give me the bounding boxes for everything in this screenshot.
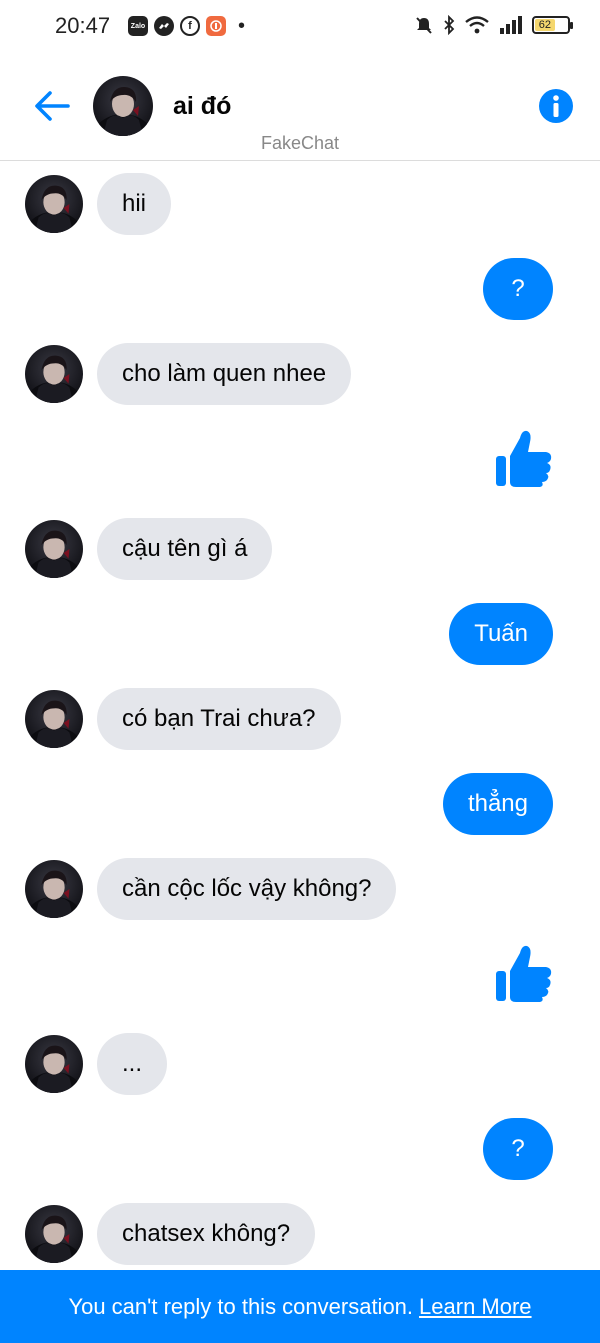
- incoming-message[interactable]: có bạn Trai chưa?: [97, 688, 341, 750]
- reply-disabled-banner: You can't reply to this conversation. Le…: [0, 1270, 600, 1343]
- message-row: thẳng: [0, 773, 600, 835]
- sender-avatar: [25, 175, 83, 233]
- status-time: 20:47: [55, 13, 111, 38]
- message-row: hii: [0, 173, 600, 235]
- message-list[interactable]: hii ? cho làm quen nhee cậu tên gì á Tuấ…: [0, 161, 600, 1270]
- contact-avatar[interactable]: [93, 76, 153, 136]
- message-row: cậu tên gì á: [0, 518, 600, 580]
- message-row: ?: [0, 1118, 600, 1180]
- zalo-icon: Zalo: [128, 16, 148, 36]
- sender-avatar: [25, 1205, 83, 1263]
- incoming-message[interactable]: chatsex không?: [97, 1203, 316, 1265]
- learn-more-link[interactable]: Learn More: [419, 1294, 532, 1320]
- outgoing-message[interactable]: Tuấn: [449, 603, 553, 665]
- message-row: cần cộc lốc vậy không?: [0, 858, 600, 920]
- message-row: chatsex không?: [0, 1203, 600, 1265]
- sender-avatar: [25, 520, 83, 578]
- reply-disabled-notice: You can't reply to this conversation.: [68, 1293, 414, 1319]
- contact-name[interactable]: ai đó: [173, 92, 231, 121]
- thumbs-up-icon[interactable]: [494, 428, 554, 490]
- thumbs-up-icon[interactable]: [494, 943, 554, 1005]
- incoming-message[interactable]: cậu tên gì á: [97, 518, 273, 580]
- audio-app-icon: [206, 16, 226, 36]
- incoming-message[interactable]: cho làm quen nhee: [97, 343, 352, 405]
- sender-avatar: [25, 860, 83, 918]
- sender-avatar: [25, 345, 83, 403]
- status-bar: 20:47 Zalo f • 62: [0, 0, 600, 56]
- message-row: ?: [0, 258, 600, 320]
- incoming-message[interactable]: hii: [97, 173, 172, 235]
- status-app-icons: Zalo f •: [128, 16, 245, 36]
- signal-icon: [500, 16, 522, 34]
- mute-bell-icon: [416, 17, 432, 34]
- message-row: ...: [0, 1033, 600, 1095]
- back-button[interactable]: [32, 86, 72, 126]
- message-row: có bạn Trai chưa?: [0, 688, 600, 750]
- messenger-icon: [154, 16, 174, 36]
- message-row: cho làm quen nhee: [0, 343, 600, 405]
- message-row: [0, 428, 600, 490]
- sender-avatar: [25, 690, 83, 748]
- message-row: Tuấn: [0, 603, 600, 665]
- status-indicators: 62: [414, 15, 573, 35]
- incoming-message[interactable]: ...: [97, 1033, 168, 1095]
- wifi-icon: [465, 16, 489, 34]
- chat-header: ai đó FakeChat: [0, 56, 600, 161]
- watermark-label: FakeChat: [260, 133, 340, 153]
- battery-icon: 62: [532, 16, 573, 34]
- battery-level: 62: [535, 19, 555, 31]
- info-icon[interactable]: [538, 88, 574, 124]
- more-notifications-dot: •: [238, 15, 246, 37]
- message-row: [0, 943, 600, 1005]
- sender-avatar: [25, 1035, 83, 1093]
- outgoing-message[interactable]: ?: [483, 1118, 553, 1180]
- facebook-icon: f: [180, 16, 200, 36]
- outgoing-message[interactable]: thẳng: [442, 773, 553, 835]
- back-arrow-icon: [35, 91, 70, 121]
- outgoing-message[interactable]: ?: [483, 258, 553, 320]
- incoming-message[interactable]: cần cộc lốc vậy không?: [97, 858, 397, 920]
- bluetooth-icon: [444, 15, 455, 35]
